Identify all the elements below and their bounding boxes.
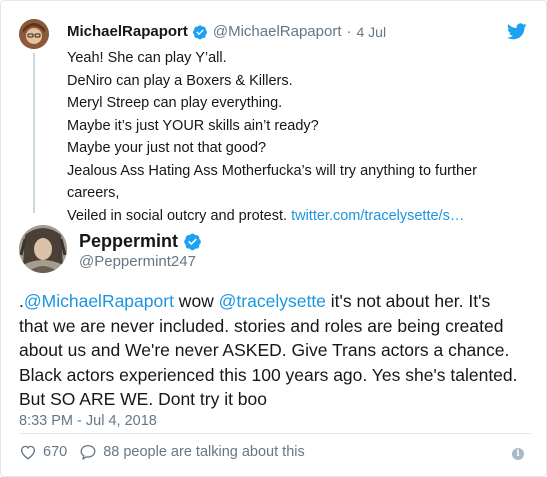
author-name-row: Peppermint [79,231,202,252]
quoted-line: DeNiro can play a Boxers & Killers. [67,72,293,89]
quoted-line: Veiled in social outcry and protest. [67,207,292,224]
tweet-line: about us and We're never ASKED. Give Tra… [19,340,510,360]
quoted-line: Jealous Ass Hating Ass Motherfucka’s wil… [67,162,477,202]
quoted-header: MichaelRapaport @MichaelRapaport · 4 Jul [67,23,386,40]
divider [19,433,531,434]
quoted-line-last: Veiled in social outcry and protest. twi… [67,205,507,228]
quoted-tweet-text: Yeah! She can play Y’all. DeNiro can pla… [67,47,507,227]
mention-link[interactable]: @MichaelRapaport [24,291,174,311]
author-name[interactable]: Peppermint [79,231,178,252]
verified-badge-icon [184,233,201,251]
tweet-line: .@MichaelRapaport wow @tracelysette it's… [19,289,529,314]
quoted-line: Yeah! She can play Y’all. [67,50,227,66]
quoted-author-name[interactable]: MichaelRapaport [67,23,188,40]
like-count[interactable]: 670 [43,444,67,460]
separator-dot: · [346,23,352,40]
author-avatar[interactable] [19,225,67,273]
heart-icon[interactable] [19,443,37,461]
mention-link[interactable]: @tracelysette [219,291,326,311]
speech-bubble-icon[interactable] [79,443,97,461]
tweet-text: .@MichaelRapaport wow @tracelysette it's… [19,289,529,412]
tweet-card: MichaelRapaport @MichaelRapaport · 4 Jul… [0,0,547,477]
info-icon[interactable]: i [512,448,524,460]
quoted-link[interactable]: twitter.com/tracelysette/s… [291,208,464,224]
quoted-author-handle[interactable]: @MichaelRapaport [213,23,342,40]
tweet-line: that we are never included. stories and … [19,315,504,336]
quoted-line: Maybe it’s just YOUR skills ain’t ready? [67,117,319,134]
author-avatar-image [19,225,67,273]
tweet-line: But SO ARE WE. Dont try it boo [19,389,268,409]
talking-about-count[interactable]: 88 people are talking about this [103,444,305,460]
twitter-bird-icon[interactable] [507,23,527,40]
quoted-line: Meryl Streep can play everything. [67,95,283,111]
quoted-avatar-image [19,19,49,49]
quoted-line: Maybe your just not that good? [67,140,267,156]
quoted-avatar[interactable] [19,19,49,49]
tweet-text-segment: wow [173,291,219,311]
author-handle[interactable]: @Peppermint247 [79,253,196,270]
quoted-date[interactable]: 4 Jul [356,24,386,40]
thread-line [33,53,35,213]
tweet-timestamp[interactable]: 8:33 PM - Jul 4, 2018 [19,413,157,429]
verified-badge-icon [192,24,207,39]
tweet-text-segment: it's not about her. It's [325,291,491,311]
tweet-line: Black actors experienced this 100 years … [19,364,518,385]
tweet-actions: 670 88 people are talking about this [19,443,317,461]
